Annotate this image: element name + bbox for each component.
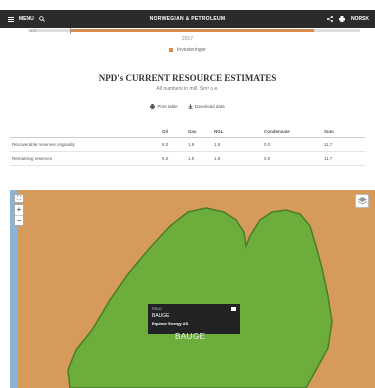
popup-field-name: BAUGE bbox=[152, 313, 170, 319]
print-icon bbox=[150, 104, 156, 109]
topbar-right: NORSK bbox=[255, 16, 375, 22]
map-terrain bbox=[10, 190, 333, 388]
timeline-start-label: 1971 bbox=[28, 28, 37, 33]
timeline-handle[interactable] bbox=[69, 28, 71, 34]
zoom-control: + − bbox=[14, 204, 24, 226]
popup-type: FIELD bbox=[152, 307, 162, 311]
print-table-link[interactable]: Print table bbox=[150, 104, 178, 109]
site-title[interactable]: NORWEGIAN & PETROLEUM bbox=[120, 16, 255, 22]
condensate-value: 0.0 bbox=[262, 151, 322, 166]
table-actions: Print table Download data bbox=[0, 104, 375, 109]
column-header: Sum bbox=[322, 126, 365, 138]
zoom-in-button[interactable]: + bbox=[15, 205, 23, 215]
field-popup[interactable]: FIELD BAUGE Equinor Energy AS bbox=[148, 304, 240, 334]
column-header bbox=[10, 126, 160, 138]
ngl-value: 1.8 bbox=[212, 137, 262, 152]
sum-value: 11.7 bbox=[322, 151, 365, 166]
field-polygon[interactable] bbox=[67, 207, 333, 388]
oil-value: 8.0 bbox=[160, 137, 186, 152]
search-icon[interactable] bbox=[38, 16, 45, 22]
sum-value: 11.7 bbox=[322, 137, 365, 152]
map-field-label: BAUGE bbox=[175, 332, 206, 341]
legend-swatch bbox=[169, 48, 174, 52]
oil-value: 8.0 bbox=[160, 151, 186, 166]
gas-value: 1.9 bbox=[186, 151, 212, 166]
topbar-left: MENU bbox=[0, 16, 120, 22]
top-navigation-bar: MENU NORWEGIAN & PETROLEUM NORSK bbox=[0, 10, 375, 28]
row-label: Recoverable reserves originally bbox=[10, 137, 160, 152]
download-data-link[interactable]: Download data bbox=[188, 104, 225, 109]
print-table-label: Print table bbox=[157, 104, 178, 109]
table-header-row: Oil Gas NGL Condensate Sum bbox=[10, 126, 365, 138]
year-timeline[interactable]: 1971 bbox=[28, 28, 360, 34]
field-map[interactable]: ⛶ + − FIELD BAUGE Equinor Energy AS BAUG… bbox=[10, 190, 375, 388]
section-subtitle: All numbers in mill. Sm³ o.e. bbox=[156, 86, 219, 92]
language-switch[interactable]: NORSK bbox=[351, 16, 369, 22]
popup-operator: Equinor Energy AS bbox=[152, 321, 189, 326]
layers-icon bbox=[357, 197, 367, 205]
expand-icon[interactable] bbox=[231, 307, 236, 311]
table-row: Recoverable reserves originally 8.0 1.9 … bbox=[10, 137, 365, 152]
resource-table: Oil Gas NGL Condensate Sum Recoverable r… bbox=[10, 126, 365, 166]
row-label: Remaining reserves bbox=[10, 151, 160, 166]
share-icon[interactable] bbox=[326, 16, 333, 22]
timeline-progress bbox=[69, 29, 314, 32]
fullscreen-button[interactable]: ⛶ bbox=[14, 194, 24, 203]
condensate-value: 0.0 bbox=[262, 137, 322, 152]
print-icon[interactable] bbox=[338, 16, 345, 22]
column-header: Oil bbox=[160, 126, 186, 138]
menu-icon[interactable] bbox=[8, 16, 14, 22]
selected-year: 2017 bbox=[181, 36, 194, 42]
gas-value: 1.9 bbox=[186, 137, 212, 152]
zoom-out-button[interactable]: − bbox=[15, 215, 23, 225]
menu-label[interactable]: MENU bbox=[19, 16, 34, 22]
column-header: Condensate bbox=[262, 126, 322, 138]
column-header: Gas bbox=[186, 126, 212, 138]
download-data-label: Download data bbox=[194, 104, 225, 109]
ngl-value: 1.8 bbox=[212, 151, 262, 166]
legend-label: Investeringer bbox=[177, 47, 206, 53]
section-title: NPD's CURRENT RESOURCE ESTIMATES bbox=[98, 73, 277, 83]
column-header: NGL bbox=[212, 126, 262, 138]
table-row: Remaining reserves 8.0 1.9 1.8 0.0 11.7 bbox=[10, 151, 365, 166]
layers-button[interactable] bbox=[355, 194, 369, 208]
download-icon bbox=[188, 104, 193, 109]
chart-legend: Investeringer bbox=[0, 47, 375, 53]
